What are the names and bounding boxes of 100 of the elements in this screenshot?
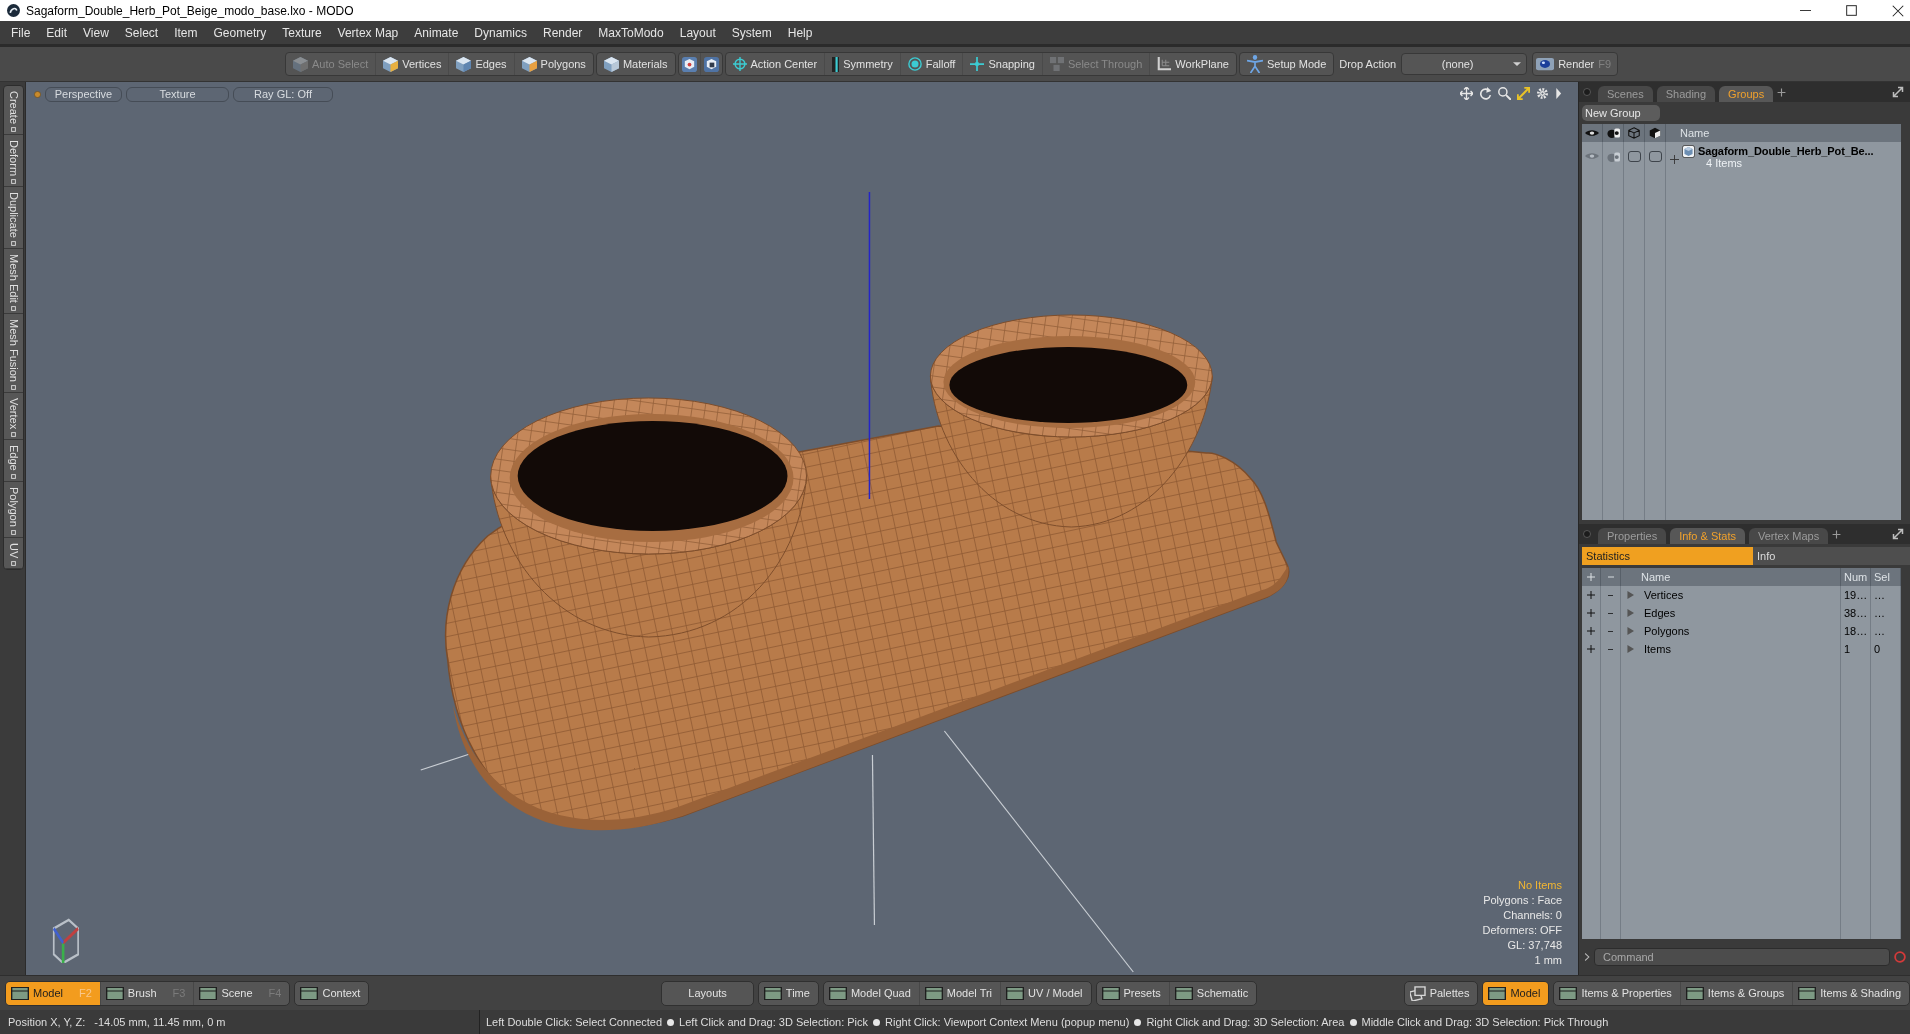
toolbar-button[interactable]: Polygons: [514, 53, 593, 75]
side-tab[interactable]: Deform: [4, 135, 23, 188]
maximize-icon[interactable]: [1846, 5, 1857, 16]
layout-button[interactable]: Items & Shading: [1793, 981, 1909, 1005]
eye-icon[interactable]: [1585, 151, 1599, 161]
layout-button[interactable]: Model F2: [6, 981, 101, 1005]
menu-item[interactable]: MaxToModo: [590, 25, 672, 40]
item-name[interactable]: Sagaform_Double_Herb_Pot_Be...: [1698, 145, 1874, 157]
menu-item[interactable]: Vertex Map: [329, 25, 407, 40]
column-header[interactable]: Num: [1841, 568, 1871, 586]
viewport-panel[interactable]: Perspective Texture Ray GL: Off No Items Polygons : Face Channels: 0 Deformers: OFF GL: 37,748 1 mm: [25, 82, 1578, 975]
expand-arrow-icon[interactable]: [1627, 645, 1634, 653]
table-cell: 18…: [1841, 622, 1871, 640]
plus-icon[interactable]: [1587, 627, 1595, 635]
panel-tab[interactable]: Properties: [1598, 528, 1667, 544]
menu-item[interactable]: Texture: [274, 25, 330, 40]
close-icon[interactable]: [1892, 4, 1904, 17]
panel-tab[interactable]: Groups: [1719, 86, 1774, 102]
plus-icon[interactable]: [1587, 609, 1595, 617]
panel-tab[interactable]: Vertex Maps: [1749, 528, 1829, 544]
layout-button[interactable]: Schematic: [1169, 981, 1257, 1005]
side-tab[interactable]: Mesh Edit: [4, 248, 23, 314]
menu-item[interactable]: Select: [116, 25, 167, 40]
panel-tab[interactable]: Info & Stats: [1670, 528, 1745, 544]
rotate-icon[interactable]: [1479, 87, 1492, 100]
column-header[interactable]: Name: [1621, 568, 1841, 586]
menu-item[interactable]: View: [75, 25, 117, 40]
cube-badge-icon: [681, 56, 697, 72]
layout-button[interactable]: Palettes: [1404, 981, 1478, 1005]
move-icon[interactable]: [1460, 87, 1473, 100]
toggle-box[interactable]: [1648, 151, 1662, 162]
sub-tab[interactable]: Info: [1753, 547, 1910, 565]
expand-arrow-icon[interactable]: [1627, 609, 1634, 617]
expand-icon[interactable]: [1892, 86, 1904, 98]
command-field[interactable]: Command: [1594, 947, 1890, 966]
layout-button[interactable]: Context: [295, 981, 369, 1005]
view-mode-button[interactable]: Perspective: [45, 86, 122, 102]
ring-icon[interactable]: [1894, 950, 1906, 963]
menu-item[interactable]: Edit: [38, 25, 76, 40]
plus-icon[interactable]: [1670, 155, 1679, 164]
view-mode-button[interactable]: Ray GL: Off: [233, 86, 333, 102]
layout-button[interactable]: Model Quad: [823, 981, 920, 1005]
layout-button[interactable]: Layouts: [662, 981, 753, 1005]
layout-button[interactable]: Items & Groups: [1680, 981, 1794, 1005]
toolbar-button[interactable]: Edges: [449, 53, 515, 75]
minus-icon[interactable]: [1608, 592, 1613, 598]
view-mode-button[interactable]: Texture: [126, 86, 229, 102]
new-group-button[interactable]: New Group: [1582, 105, 1660, 121]
toolbar-button[interactable]: WorkPlane: [1150, 53, 1236, 75]
expand-arrow-icon[interactable]: [1627, 591, 1634, 599]
layout-button[interactable]: Time: [758, 981, 818, 1005]
side-tab[interactable]: Create: [4, 86, 23, 136]
menu-item[interactable]: Dynamics: [466, 25, 535, 40]
menu-item[interactable]: Animate: [406, 25, 467, 40]
side-tab[interactable]: UV: [4, 537, 23, 569]
column-header[interactable]: Name: [1666, 124, 1901, 142]
toolbar-button[interactable]: Vertices: [376, 53, 450, 75]
minus-icon[interactable]: [1608, 610, 1613, 616]
toolbar-button[interactable]: Symmetry: [825, 53, 901, 75]
layout-button[interactable]: Model Tri: [919, 981, 1002, 1005]
side-tab[interactable]: Edge: [4, 440, 23, 482]
toolbar-button[interactable]: Falloff: [900, 53, 964, 75]
menu-item[interactable]: File: [3, 25, 39, 40]
expand-icon[interactable]: [1892, 528, 1904, 540]
menu-item[interactable]: Geometry: [205, 25, 275, 40]
sub-tab[interactable]: Statistics: [1582, 547, 1753, 565]
column-header[interactable]: Sel: [1871, 568, 1901, 586]
zoom-icon[interactable]: [1498, 87, 1511, 100]
layout-button[interactable]: Presets: [1096, 981, 1170, 1005]
drop-action-dropdown[interactable]: (none): [1401, 53, 1528, 75]
play-arrow-icon[interactable]: [1555, 88, 1562, 99]
menu-item[interactable]: Item: [166, 25, 206, 40]
side-tab[interactable]: Mesh Fusion: [4, 313, 23, 393]
plus-icon[interactable]: [1832, 529, 1842, 539]
toolbar-button[interactable]: Snapping: [963, 53, 1043, 75]
toolbar-button[interactable]: Action Center: [725, 53, 826, 75]
layout-button[interactable]: UV / Model: [1001, 981, 1091, 1005]
render-camera-icon[interactable]: [1606, 151, 1620, 163]
minus-icon[interactable]: [1608, 646, 1613, 652]
panel-tab[interactable]: Shading: [1656, 86, 1716, 102]
toolbar-button[interactable]: Setup Mode: [1239, 53, 1334, 75]
gear-icon[interactable]: [1536, 87, 1549, 100]
toggle-box[interactable]: [1627, 151, 1641, 162]
layout-button[interactable]: Model: [1483, 981, 1549, 1005]
minus-icon[interactable]: [1608, 628, 1613, 634]
plus-icon[interactable]: [1587, 645, 1595, 653]
menu-item[interactable]: System: [723, 25, 780, 40]
layout-button[interactable]: Items & Properties: [1554, 981, 1681, 1005]
menu-item[interactable]: Help: [779, 25, 821, 40]
menu-item[interactable]: Layout: [671, 25, 724, 40]
toolbar-button[interactable]: Materials: [596, 53, 675, 75]
side-tab[interactable]: Vertex: [4, 392, 23, 441]
menu-item[interactable]: Render: [535, 25, 591, 40]
plus-icon[interactable]: [1777, 87, 1787, 97]
side-tab[interactable]: Duplicate: [4, 187, 23, 249]
panel-tab[interactable]: Scenes: [1598, 86, 1653, 102]
maximize-arrows-icon[interactable]: [1517, 87, 1530, 100]
expand-arrow-icon[interactable]: [1627, 627, 1634, 635]
plus-icon[interactable]: [1587, 591, 1595, 599]
side-tab[interactable]: Polygon: [4, 481, 23, 538]
